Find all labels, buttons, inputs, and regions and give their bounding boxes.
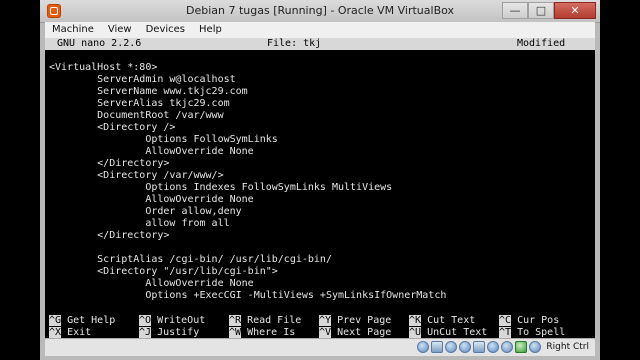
shortcut-key: ^X bbox=[49, 327, 62, 338]
shortcut-label: UnCut Text bbox=[421, 327, 488, 338]
shortcut-item: ^U UnCut Text bbox=[409, 327, 487, 338]
shortcut-item: ^R Read File bbox=[229, 315, 301, 327]
nano-modified-status: Modified bbox=[517, 38, 566, 49]
shortcut-label: Read File bbox=[241, 315, 302, 326]
title-bar[interactable]: Debian 7 tugas [Running] - Oracle VM Vir… bbox=[40, 0, 600, 23]
shortcut-item: ^J Justify bbox=[139, 327, 199, 338]
shortcut-item: ^K Cut Text bbox=[409, 315, 475, 327]
shortcut-key: ^V bbox=[319, 327, 332, 338]
hdd-icon[interactable] bbox=[417, 341, 430, 353]
shortcut-key: ^R bbox=[229, 315, 242, 326]
shortcut-key: ^G bbox=[49, 315, 62, 326]
desktop: Debian 7 tugas [Running] - Oracle VM Vir… bbox=[0, 0, 640, 360]
menu-help[interactable]: Help bbox=[192, 22, 229, 38]
editor-line: AllowOverride None bbox=[49, 278, 254, 289]
editor-line: Options +ExecCGI -MultiViews +SymLinksIf… bbox=[49, 290, 447, 301]
maximize-icon[interactable]: □ bbox=[528, 2, 554, 19]
editor-line: allow from all bbox=[49, 218, 230, 229]
shortcut-item: ^Y Prev Page bbox=[319, 315, 391, 327]
optical-icon[interactable] bbox=[431, 341, 444, 353]
editor-line: Options Indexes FollowSymLinks MultiView… bbox=[49, 182, 393, 193]
shortcut-item: ^X Exit bbox=[49, 327, 91, 338]
mouse-integration-icon[interactable] bbox=[515, 341, 528, 353]
menu-machine[interactable]: Machine bbox=[45, 22, 101, 38]
shortcut-label: Cur Pos bbox=[511, 315, 560, 326]
shortcut-label: To Spell bbox=[511, 327, 566, 338]
shortcut-label: Justify bbox=[151, 327, 200, 338]
menu-bar: Machine View Devices Help bbox=[45, 22, 595, 38]
nano-filename: File: tkj bbox=[267, 38, 322, 49]
editor-line: ScriptAlias /cgi-bin/ /usr/lib/cgi-bin/ bbox=[49, 254, 332, 265]
shortcut-label: Prev Page bbox=[331, 315, 392, 326]
shortcut-label: Cut Text bbox=[421, 315, 476, 326]
shortcut-label: Where Is bbox=[241, 327, 296, 338]
minimize-icon[interactable]: — bbox=[502, 2, 528, 19]
shortcut-key: ^K bbox=[409, 315, 422, 326]
shortcut-row-1: ^G Get Help ^O WriteOut ^R Read File ^Y Pre… bbox=[45, 315, 595, 327]
shortcut-key: ^U bbox=[409, 327, 422, 338]
editor-line: <VirtualHost *:80> bbox=[49, 62, 158, 73]
editor-line: DocumentRoot /var/www bbox=[49, 110, 224, 121]
usb-icon[interactable] bbox=[445, 341, 458, 353]
shortcut-key: ^C bbox=[499, 315, 512, 326]
status-bar: Right Ctrl bbox=[45, 338, 595, 356]
close-icon[interactable]: ✕ bbox=[554, 2, 596, 19]
network-icon[interactable] bbox=[473, 341, 486, 353]
menu-devices[interactable]: Devices bbox=[139, 22, 192, 38]
shortcut-label: Next Page bbox=[331, 327, 392, 338]
shortcut-key: ^Y bbox=[319, 315, 332, 326]
shortcut-item: ^V Next Page bbox=[319, 327, 391, 338]
editor-line: <Directory /var/www/> bbox=[49, 170, 224, 181]
menu-view[interactable]: View bbox=[101, 22, 139, 38]
shortcut-label: Exit bbox=[61, 327, 92, 338]
virtualbox-window: Debian 7 tugas [Running] - Oracle VM Vir… bbox=[40, 0, 600, 360]
editor-line: Order allow,deny bbox=[49, 206, 242, 217]
editor-line: AllowOverride None bbox=[49, 146, 254, 157]
editor-line: AllowOverride None bbox=[49, 194, 254, 205]
editor-line: <Directory "/usr/lib/cgi-bin"> bbox=[49, 266, 278, 277]
shortcut-label: Get Help bbox=[61, 315, 116, 326]
shared-folder-icon[interactable] bbox=[459, 341, 472, 353]
editor-line: </Directory> bbox=[49, 158, 170, 169]
shortcut-item: ^G Get Help bbox=[49, 315, 115, 327]
editor-line: Options FollowSymLinks bbox=[49, 134, 278, 145]
shortcut-row-2: ^X Exit ^J Justify ^W Where Is ^V Next Page… bbox=[45, 327, 595, 338]
window-controls: — □ ✕ bbox=[502, 2, 596, 19]
editor-line: <Directory /> bbox=[49, 122, 176, 133]
display-icon[interactable] bbox=[487, 341, 500, 353]
status-icons: Right Ctrl bbox=[417, 341, 589, 353]
shortcut-item: ^W Where Is bbox=[229, 327, 295, 338]
vm-screen[interactable]: GNU nano 2.2.6 File: tkj Modified <Virtu… bbox=[45, 38, 595, 338]
cpu-icon[interactable] bbox=[529, 341, 542, 353]
shortcut-item: ^T To Spell bbox=[499, 327, 565, 338]
recording-icon[interactable] bbox=[501, 341, 514, 353]
shortcut-item: ^C Cur Pos bbox=[499, 315, 559, 327]
shortcut-key: ^W bbox=[229, 327, 242, 338]
nano-version: GNU nano 2.2.6 bbox=[57, 38, 142, 49]
shortcut-key: ^T bbox=[499, 327, 512, 338]
editor-line: </Directory> bbox=[49, 230, 170, 241]
shortcut-item: ^O WriteOut bbox=[139, 315, 205, 327]
shortcut-key: ^J bbox=[139, 327, 152, 338]
host-key-label: Right Ctrl bbox=[546, 342, 589, 352]
nano-header: GNU nano 2.2.6 File: tkj Modified bbox=[45, 38, 595, 50]
shortcut-label: WriteOut bbox=[151, 315, 206, 326]
editor-line: ServerAlias tkjc29.com bbox=[49, 98, 230, 109]
editor-line: ServerAdmin w@localhost bbox=[49, 74, 236, 85]
editor-line: ServerName www.tkjc29.com bbox=[49, 86, 248, 97]
shortcut-key: ^O bbox=[139, 315, 152, 326]
